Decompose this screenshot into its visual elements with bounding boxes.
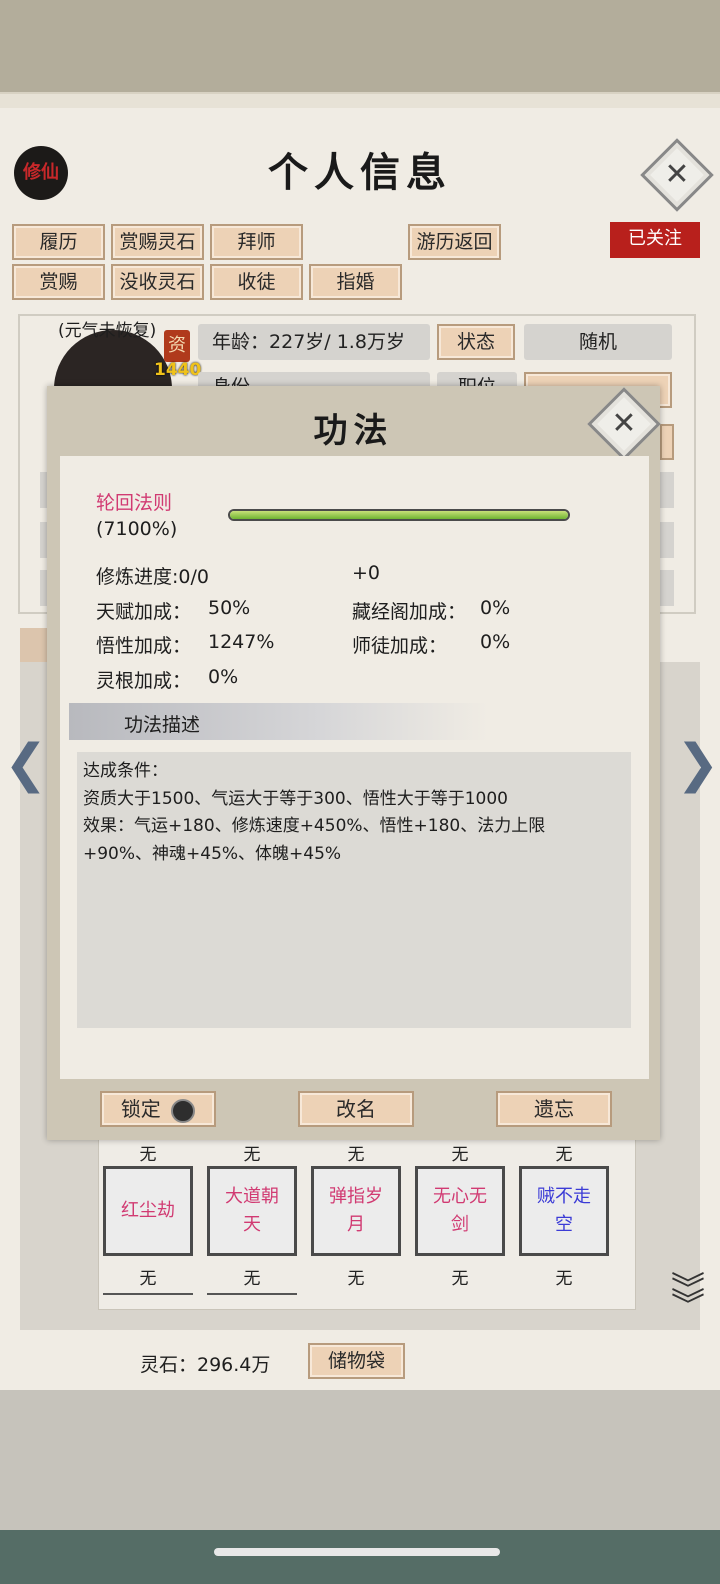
confiscate-stone-button[interactable]: 没收灵石: [111, 264, 204, 300]
followed-badge[interactable]: 已关注: [610, 222, 700, 258]
library-bonus-value: 0%: [480, 597, 511, 619]
skill-name: 弹指岁月: [329, 1186, 383, 1235]
age-field: 年龄：227岁/ 1.8万岁: [198, 324, 430, 360]
travel-return-button[interactable]: 游历返回: [408, 224, 501, 260]
take-master-button[interactable]: 拜师: [210, 224, 303, 260]
take-disciple-button[interactable]: 收徒: [210, 264, 303, 300]
arrow-left-icon[interactable]: ❮: [4, 734, 48, 794]
close-icon: ✕: [611, 406, 637, 441]
close-icon: ✕: [664, 157, 690, 192]
scroll-edge: [0, 92, 720, 108]
description-text: 达成条件： 资质大于1500、气运大于等于300、悟性大于等于1000 效果：气…: [83, 758, 631, 868]
rename-button[interactable]: 改名: [298, 1091, 414, 1127]
technique-name: 轮回法则: [96, 492, 173, 514]
age-label: 年龄：: [212, 331, 270, 353]
skill-top-label: 无: [243, 1145, 261, 1165]
forget-button[interactable]: 遗忘: [496, 1091, 612, 1127]
description-line: 资质大于1500、气运大于等于300、悟性大于等于1000: [83, 788, 508, 809]
arrange-marriage-button[interactable]: 指婚: [309, 264, 402, 300]
skill-slot[interactable]: 红尘劫: [103, 1166, 193, 1256]
page-title: 个人信息: [268, 149, 452, 196]
aptitude-tag: 资: [164, 330, 190, 362]
hidden-row-right-3: [660, 570, 674, 606]
home-indicator[interactable]: [214, 1548, 500, 1556]
skill-bottom-label: 无: [555, 1269, 573, 1289]
skill-top-label: 无: [451, 1145, 469, 1165]
skill-name: 大道朝天: [225, 1186, 279, 1235]
lock-button[interactable]: 锁定: [100, 1091, 216, 1127]
page-close-button[interactable]: ✕: [640, 138, 714, 212]
talent-bonus-value: 50%: [208, 597, 251, 619]
spirit-root-bonus-label: 灵根加成：: [96, 670, 192, 692]
side-button-edge: [660, 424, 674, 460]
resume-button[interactable]: 履历: [12, 224, 105, 260]
tab-edge: [20, 628, 48, 662]
description-line: +90%、神魂+45%、体魄+45%: [83, 843, 342, 864]
spirit-root-bonus-value: 0%: [208, 666, 239, 688]
skill-name: 无心无剑: [433, 1186, 487, 1235]
random-button[interactable]: 随机: [524, 324, 672, 360]
arrow-right-icon[interactable]: ❯: [676, 734, 720, 794]
skill-top-label: 无: [347, 1145, 365, 1165]
disciple-bonus-label: 师徒加成：: [352, 635, 448, 657]
storage-bag-button[interactable]: 储物袋: [308, 1343, 405, 1379]
skill-bottom-label: 无: [347, 1269, 365, 1289]
double-chevron-down-icon[interactable]: ︾ ︾: [668, 1273, 708, 1323]
hidden-row-right-1: [660, 472, 674, 508]
skill-slot[interactable]: 无心无剑: [415, 1166, 505, 1256]
lock-toggle-icon[interactable]: [171, 1098, 196, 1123]
age-value: 227岁/ 1.8万岁: [269, 331, 405, 353]
cultivation-progress: 修炼进度:0/0: [96, 566, 209, 588]
library-bonus-label: 藏经阁加成：: [352, 601, 467, 623]
skill-bottom-label: 无: [207, 1264, 297, 1295]
description-line: 效果：气运+180、修炼速度+450%、悟性+180、法力上限: [83, 816, 546, 836]
spirit-stone-count: 灵石：296.4万: [140, 1354, 271, 1376]
description-header: 功法描述: [124, 714, 201, 736]
footer-band: [0, 1390, 720, 1530]
skill-name: 红尘劫: [121, 1200, 175, 1221]
modal-title: 功法: [313, 411, 394, 451]
state-button[interactable]: 状态: [437, 324, 515, 360]
aptitude-number: 1440: [154, 360, 202, 380]
comprehension-bonus-value: 1247%: [208, 631, 275, 653]
skill-top-label: 无: [555, 1145, 573, 1165]
status-note: (元气未恢复): [58, 321, 157, 341]
skill-name: 贼不走空: [537, 1186, 591, 1235]
hidden-row-right-2: [660, 522, 674, 558]
reward-stone-button[interactable]: 赏赐灵石: [111, 224, 204, 260]
bonus-plus: +0: [352, 562, 381, 584]
comprehension-bonus-label: 悟性加成：: [96, 635, 192, 657]
modal-close-button[interactable]: ✕: [587, 387, 661, 461]
talent-bonus-label: 天赋加成：: [96, 601, 192, 623]
skill-top-label: 无: [139, 1145, 157, 1165]
skill-slot[interactable]: 大道朝天: [207, 1166, 297, 1256]
description-line: 达成条件：: [83, 761, 168, 781]
skill-bottom-label: 无: [103, 1264, 193, 1295]
reward-button[interactable]: 赏赐: [12, 264, 105, 300]
header-texture: [0, 0, 720, 105]
lock-button-label: 锁定: [120, 1097, 161, 1121]
system-nav-bar: [0, 1530, 720, 1584]
skill-slot[interactable]: 贼不走空: [519, 1166, 609, 1256]
skill-slot[interactable]: 弹指岁月: [311, 1166, 401, 1256]
technique-progress-bar: [228, 509, 570, 521]
disciple-bonus-value: 0%: [480, 631, 511, 653]
progress-fill: [230, 511, 568, 519]
technique-percent: (7100%): [96, 518, 178, 540]
skill-bottom-label: 无: [451, 1269, 469, 1289]
